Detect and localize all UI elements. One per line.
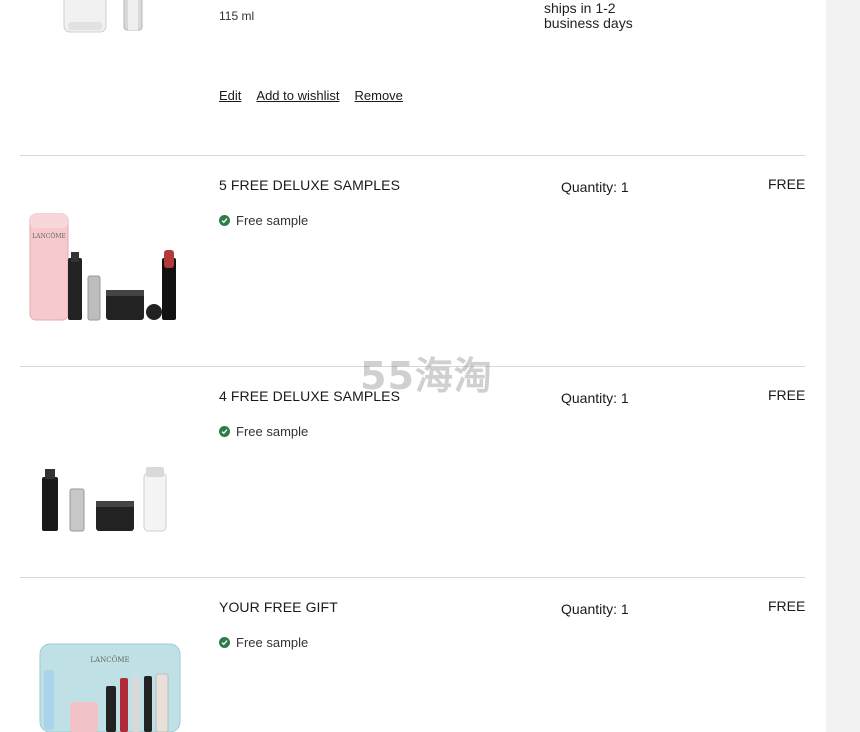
product-thumbnail: LANCÔME: [29, 213, 176, 321]
product-name: YOUR FREE GIFT: [219, 599, 338, 615]
edit-link[interactable]: Edit: [219, 88, 241, 103]
item-price: FREE: [768, 176, 806, 192]
product-thumbnail: LANCÔME: [39, 643, 181, 732]
check-icon: [219, 426, 230, 437]
shipping-note: ships in 1-2 business days: [544, 0, 633, 31]
page-gutter: [826, 0, 860, 732]
check-icon: [219, 215, 230, 226]
cart-item: LANCÔME YOUR FREE GIFT Free sample Quant…: [0, 578, 826, 732]
item-price: FREE: [768, 598, 806, 614]
sample-label: Free sample: [236, 213, 309, 228]
cart-list: 115 ml ships in 1-2 business days Edit A…: [0, 0, 826, 732]
product-thumbnail: [63, 0, 143, 33]
check-icon: [219, 637, 230, 648]
cart-item-partial: 115 ml ships in 1-2 business days Edit A…: [0, 0, 826, 155]
product-thumbnail: [42, 467, 167, 532]
item-actions: Edit Add to wishlist Remove: [219, 88, 403, 103]
remove-link[interactable]: Remove: [355, 88, 403, 103]
cart-item: LANCÔME 5 FREE DELUXE SAMPLES Free sampl…: [0, 156, 826, 366]
quantity-label: Quantity: 1: [561, 601, 629, 617]
sample-badge: Free sample: [219, 213, 308, 228]
svg-text:LANCÔME: LANCÔME: [32, 232, 66, 240]
item-price: FREE: [768, 387, 806, 403]
sample-badge: Free sample: [219, 635, 308, 650]
svg-text:LANCÔME: LANCÔME: [90, 655, 129, 664]
watermark: 55海淘: [360, 354, 493, 398]
quantity-label: Quantity: 1: [561, 179, 629, 195]
product-size: 115 ml: [219, 9, 255, 23]
quantity-label: Quantity: 1: [561, 390, 629, 406]
sample-label: Free sample: [236, 635, 309, 650]
sample-label: Free sample: [236, 424, 309, 439]
add-to-wishlist-link[interactable]: Add to wishlist: [256, 88, 339, 103]
sample-badge: Free sample: [219, 424, 308, 439]
product-name: 5 FREE DELUXE SAMPLES: [219, 177, 401, 193]
